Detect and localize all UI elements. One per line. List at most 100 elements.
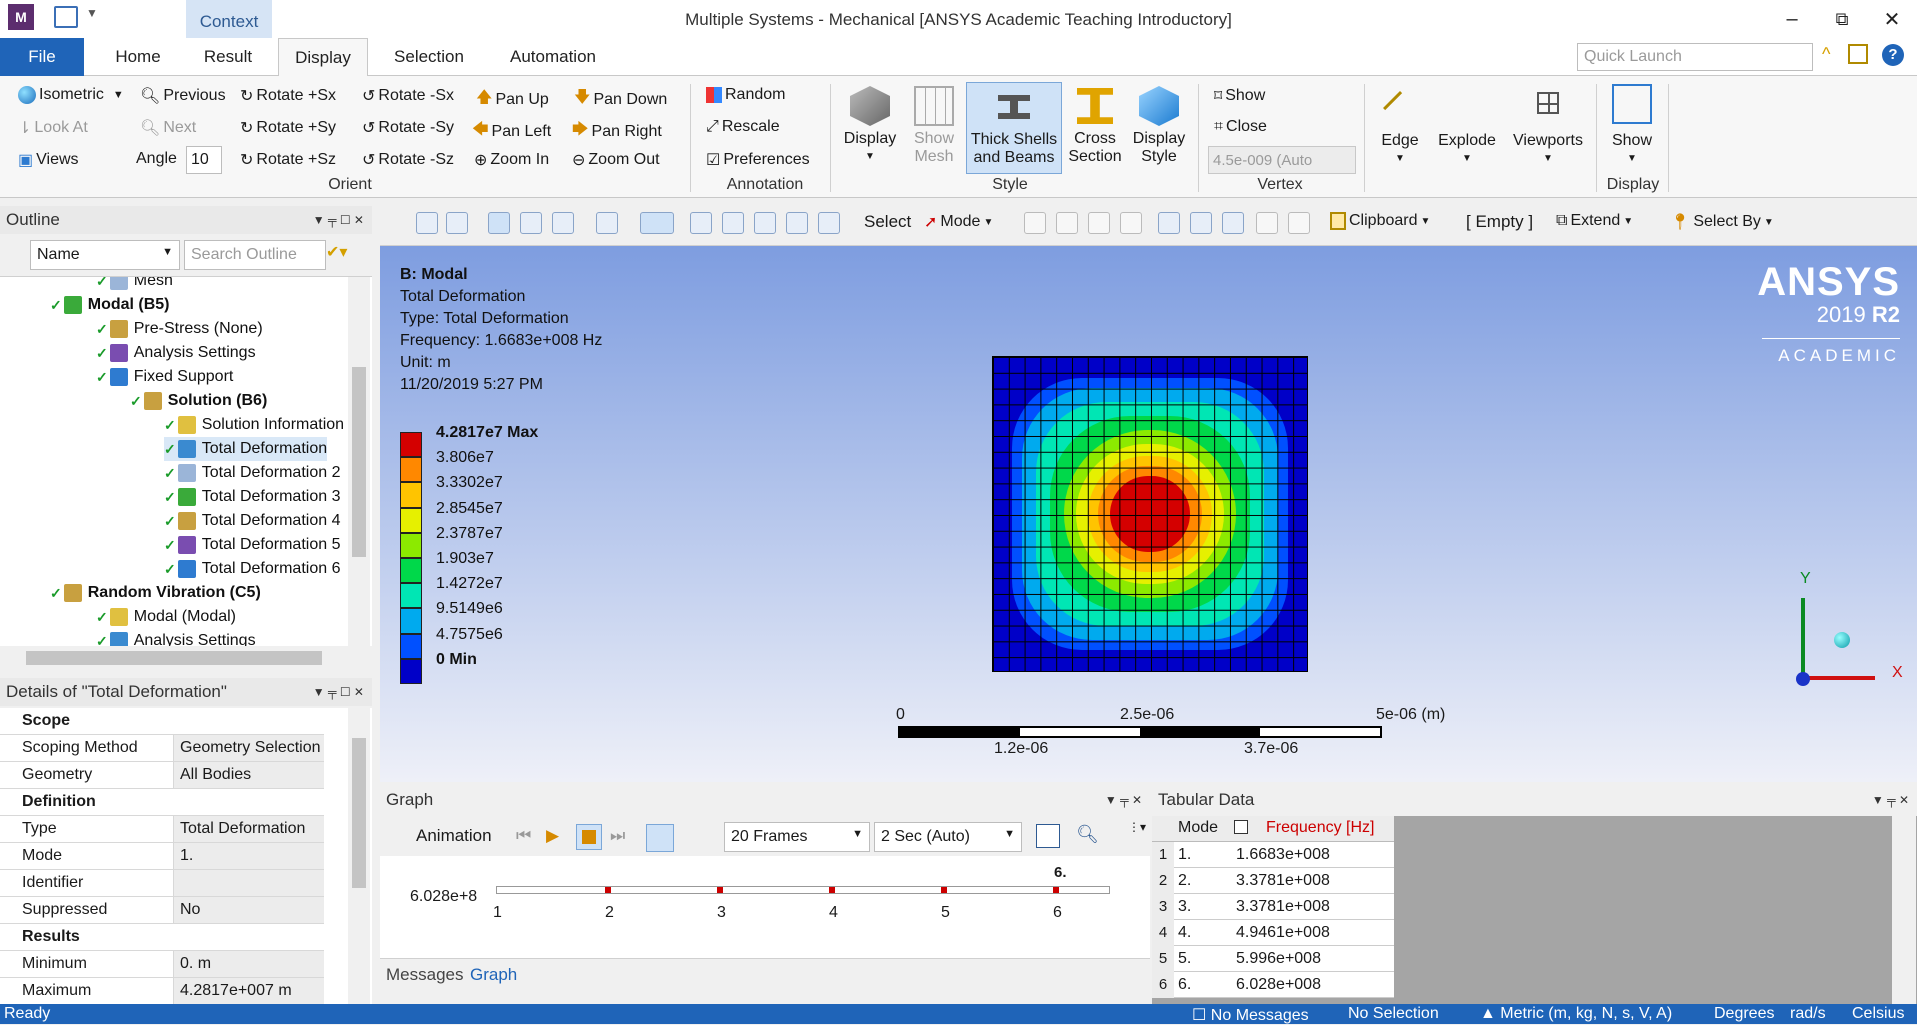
shaded-cube-icon[interactable] [488, 212, 510, 234]
graph-mode-marker[interactable] [1053, 887, 1059, 893]
tree-item[interactable]: ✓ Total Deformation 4 [164, 509, 340, 533]
outline-scrollbar[interactable] [348, 277, 370, 646]
pin-icon[interactable]: ▼ ╤ ☐ ✕ [313, 685, 364, 699]
random-button[interactable]: Random [706, 86, 785, 104]
zoom-in-button[interactable]: ⊕ Zoom In [474, 150, 549, 170]
face-select-icon[interactable] [1088, 212, 1110, 234]
select-window-icon[interactable] [596, 212, 618, 234]
tabular-row[interactable]: 2 2. 3.3781e+008 [1152, 868, 1394, 894]
tree-item[interactable]: ✓ Modal (B5) [50, 293, 170, 317]
tree-item[interactable]: ✓ Fixed Support [96, 365, 233, 389]
details-section[interactable]: Results [0, 924, 324, 951]
thick-shells-and-beams-button[interactable]: Thick Shells and Beams [966, 82, 1062, 174]
isometric-button[interactable]: Isometric ▼ [18, 86, 124, 104]
details-value[interactable]: 4.2817e+007 m [174, 978, 324, 1004]
status-degrees[interactable]: Degrees [1714, 1005, 1774, 1023]
explode-button[interactable]: Explode ▼ [1434, 90, 1500, 168]
pin-icon[interactable]: ▼ ╤ ☐ ✕ [313, 213, 364, 227]
pan-down-button[interactable]: 🡇 Pan Down [574, 86, 667, 113]
tabular-row[interactable]: 6 6. 6.028e+008 [1152, 972, 1394, 998]
help-icon[interactable]: ? [1882, 44, 1904, 66]
details-scrollbar[interactable] [348, 708, 370, 1004]
tab-home[interactable]: Home [104, 38, 172, 76]
preferences-button[interactable]: ☑ Preferences [706, 150, 810, 170]
tree-item[interactable]: ✓ Total Deformation 2 [164, 461, 340, 485]
probe-icon[interactable] [1288, 212, 1310, 234]
select-mode-button[interactable]: ➚ Mode ▼ [924, 212, 993, 232]
tab-file[interactable]: File [0, 38, 84, 76]
zoom-out-button[interactable]: ⊖ Zoom Out [572, 150, 660, 170]
tabular-row[interactable]: 1 1. 1.6683e+008 [1152, 842, 1394, 868]
details-row[interactable]: Maximum 4.2817e+007 m [0, 978, 324, 1004]
tabular-row[interactable]: 5 5. 5.996e+008 [1152, 946, 1394, 972]
clipboard-button[interactable]: Clipboard ▼ [1330, 212, 1430, 230]
next-button[interactable]: 🔍︎ Next [140, 118, 196, 138]
triad-sphere[interactable] [1834, 632, 1850, 648]
details-row[interactable]: Geometry All Bodies [0, 762, 324, 789]
tab-selection[interactable]: Selection [384, 38, 474, 76]
details-row[interactable]: Type Total Deformation [0, 816, 324, 843]
tree-item[interactable]: ✓ Modal (Modal) [96, 605, 236, 629]
tree-item[interactable]: ✓ Total Deformation 3 [164, 485, 340, 509]
details-value[interactable]: 1. [174, 843, 324, 870]
vertex-select-icon[interactable] [1024, 212, 1046, 234]
pan-tool-icon[interactable] [690, 212, 712, 234]
tree-item[interactable]: ✓ Analysis Settings [96, 629, 256, 646]
tab-messages[interactable]: Messages [386, 965, 463, 985]
tab-automation[interactable]: Automation [494, 38, 612, 76]
zoom-graph-icon[interactable]: 🔍︎ [1076, 824, 1099, 845]
details-value[interactable] [174, 870, 324, 897]
tabular-row[interactable]: 3 3. 3.3781e+008 [1152, 894, 1394, 920]
graph-mode-marker[interactable] [605, 887, 611, 893]
details-value[interactable]: 0. m [174, 951, 324, 978]
pan-left-button[interactable]: 🡄 Pan Left [472, 118, 551, 145]
status-temperature[interactable]: Celsius [1852, 1005, 1904, 1023]
show-mesh-button[interactable]: Show Mesh [904, 86, 964, 166]
outline-name-filter[interactable]: Name ▼ [30, 240, 180, 270]
angle-input[interactable]: 10 [186, 146, 222, 174]
vertex-close-button[interactable]: ⌗ Close [1214, 118, 1267, 136]
result-frames-icon[interactable] [682, 824, 710, 852]
rotate-plus-sz-button[interactable]: ↻ Rotate +Sz [240, 150, 336, 170]
edge-button[interactable]: Edge ▼ [1372, 90, 1428, 168]
tab-display[interactable]: Display [278, 38, 368, 77]
details-section[interactable]: Definition [0, 789, 324, 816]
collapse-ribbon-icon[interactable]: ^ [1822, 44, 1830, 65]
restore-button[interactable]: ⧉ [1820, 4, 1864, 34]
tree-item[interactable]: ✓ Mesh [96, 277, 173, 293]
rotate-plus-sy-button[interactable]: ↻ Rotate +Sy [240, 118, 336, 138]
tree-item[interactable]: ✓ Total Deformation 6 [164, 557, 340, 581]
details-row[interactable]: Minimum 0. m [0, 951, 324, 978]
tree-item[interactable]: ✓ Solution Information [164, 413, 344, 437]
details-row[interactable]: Scoping Method Geometry Selection [0, 735, 324, 762]
vertex-tolerance-select[interactable]: 4.5e-009 (Auto [1208, 146, 1356, 174]
duration-select[interactable]: 2 Sec (Auto) ▼ [874, 822, 1022, 852]
rotate-minus-sx-button[interactable]: ↺ Rotate -Sx [362, 86, 454, 106]
rotate-tool-icon[interactable] [640, 212, 674, 234]
tabular-row[interactable]: 4 4. 4.9461e+008 [1152, 920, 1394, 946]
views-button[interactable]: ▣ Views [18, 150, 79, 170]
status-messages[interactable]: ☐ No Messages [1192, 1005, 1309, 1025]
outline-search-input[interactable]: Search Outline [184, 240, 326, 270]
next-frame-icon[interactable]: ⏭ [610, 826, 625, 846]
checklist-icon[interactable] [1848, 44, 1868, 64]
rescale-button[interactable]: ⤢ Rescale [706, 118, 780, 136]
outline-hscrollbar[interactable] [0, 646, 372, 670]
details-section[interactable]: Scope [0, 708, 324, 735]
tab-graph[interactable]: Graph [470, 965, 517, 985]
select-by-button[interactable]: 📍︎ Select By ▼ [1670, 212, 1774, 232]
rotate-minus-sz-button[interactable]: ↺ Rotate -Sz [362, 150, 454, 170]
tabular-scrollbar[interactable] [1892, 816, 1916, 1004]
vertex-show-button[interactable]: ⌑ Show [1214, 86, 1265, 106]
details-value[interactable]: All Bodies [174, 762, 324, 789]
tree-item[interactable]: ✓ Random Vibration (C5) [50, 581, 261, 605]
show-display-button[interactable]: Show ▼ [1604, 84, 1660, 168]
graphics-viewport[interactable]: B: Modal Total Deformation Type: Total D… [380, 246, 1917, 782]
play-icon[interactable]: ▶ [546, 826, 559, 846]
tree-item[interactable]: ✓ Solution (B6) [130, 389, 267, 413]
coordinate-icon[interactable] [1256, 212, 1278, 234]
graphics-options-icon[interactable] [552, 212, 574, 234]
wireframe-cube-icon[interactable] [520, 212, 542, 234]
column-header-frequency[interactable]: Frequency [Hz] [1266, 819, 1374, 837]
details-row[interactable]: Identifier [0, 870, 324, 897]
